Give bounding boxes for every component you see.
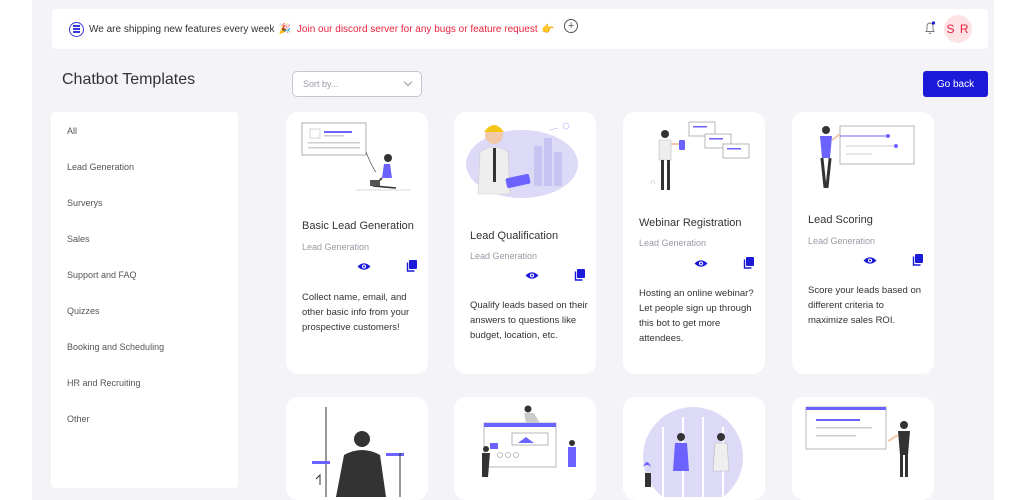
sidebar-item-quizzes[interactable]: Quizzes <box>67 306 100 316</box>
card-description: Collect name, email, and other basic inf… <box>302 292 410 333</box>
sidebar-item-lead-generation[interactable]: Lead Generation <box>67 162 134 172</box>
card-title: Lead Qualification <box>470 230 559 242</box>
template-card[interactable] <box>623 397 765 500</box>
person-chart-illustration <box>312 407 404 497</box>
template-card[interactable] <box>454 397 596 500</box>
chevron-down-icon <box>403 77 413 87</box>
card-title: Basic Lead Generation <box>302 220 414 232</box>
template-card[interactable] <box>792 397 934 500</box>
preview-eye-icon[interactable] <box>694 259 708 268</box>
presentation-illustration <box>650 121 750 190</box>
page-title: Chatbot Templates <box>62 71 196 88</box>
announcement-bar: We are shipping new features every week … <box>52 9 988 49</box>
sidebar-item-all[interactable]: All <box>67 126 77 136</box>
sidebar-item-support-faq[interactable]: Support and FAQ <box>67 270 137 280</box>
sidebar-item-other[interactable]: Other <box>67 414 90 424</box>
sidebar-item-hr-recruiting[interactable]: HR and Recruiting <box>67 378 141 388</box>
team-building-illustration <box>482 405 576 477</box>
scoring-illustration <box>820 125 915 189</box>
template-card[interactable] <box>286 397 428 500</box>
engineer-illustration <box>466 122 578 198</box>
discord-link[interactable]: Join our discord server for any bugs or … <box>297 24 538 35</box>
card-category: Lead Generation <box>808 236 876 246</box>
page-background: We are shipping new features every week … <box>32 0 1019 500</box>
template-card[interactable]: Webinar Registration Lead Generation Hos… <box>623 112 765 374</box>
sort-select[interactable]: Sort by... <box>292 71 422 97</box>
pointing-hand-emoji: 👉 <box>541 23 555 35</box>
card-description: Qualify leads based on their answers to … <box>470 300 588 341</box>
card-title: Lead Scoring <box>808 214 873 226</box>
template-card[interactable]: Basic Lead Generation Lead Generation Co… <box>286 112 428 374</box>
preview-eye-icon[interactable] <box>357 262 371 271</box>
party-emoji: 🎉 <box>278 23 291 35</box>
card-category: Lead Generation <box>639 238 707 248</box>
category-sidebar: All Lead Generation Surverys Sales Suppo… <box>51 112 238 488</box>
bell-icon[interactable] <box>924 21 936 35</box>
add-icon[interactable]: + <box>564 19 579 33</box>
copy-icon[interactable] <box>574 269 585 281</box>
card-description: Hosting an online webinar? Let people si… <box>639 288 754 344</box>
form-filling-illustration <box>301 122 411 191</box>
copy-icon[interactable] <box>406 260 417 272</box>
go-back-button[interactable]: Go back <box>923 71 988 97</box>
menu-icon <box>69 21 84 37</box>
card-category: Lead Generation <box>470 251 538 261</box>
preview-eye-icon[interactable] <box>863 256 877 265</box>
card-title: Webinar Registration <box>639 217 742 229</box>
card-description: Score your leads based on different crit… <box>808 285 922 326</box>
sidebar-item-surveys[interactable]: Surverys <box>67 198 103 208</box>
card-category: Lead Generation <box>302 242 370 252</box>
whiteboard-illustration <box>805 406 910 477</box>
user-avatar[interactable]: S R <box>944 15 972 43</box>
sidebar-item-booking-scheduling[interactable]: Booking and Scheduling <box>67 342 164 352</box>
template-card[interactable]: Lead Qualification Lead Generation Quali… <box>454 112 596 374</box>
preview-eye-icon[interactable] <box>525 271 539 280</box>
copy-icon[interactable] <box>743 257 754 269</box>
sort-placeholder: Sort by... <box>303 79 339 89</box>
sidebar-item-sales[interactable]: Sales <box>67 234 90 244</box>
template-card[interactable]: Lead Scoring Lead Generation Score your … <box>792 112 934 374</box>
medical-team-illustration <box>643 407 743 497</box>
right-gutter <box>994 0 1024 500</box>
copy-icon[interactable] <box>912 254 923 266</box>
announcement-text: We are shipping new features every week <box>89 23 275 35</box>
